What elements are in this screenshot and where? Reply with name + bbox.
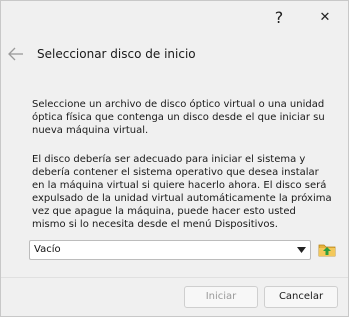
help-button[interactable]: ? [256,1,302,33]
footer-separator [1,277,348,278]
back-arrow-icon[interactable] [7,45,25,63]
disk-select[interactable]: Vacío [29,240,311,260]
close-button[interactable]: ✕ [302,1,348,33]
details-paragraph: El disco debería ser adecuado para inici… [32,154,332,230]
page-title: Seleccionar disco de inicio [37,47,196,61]
help-icon: ? [274,7,284,27]
wizard-header: Seleccionar disco de inicio [1,35,348,75]
start-button[interactable]: Iniciar [184,286,258,308]
title-bar: ? ✕ [1,1,348,33]
dialog-window: ? ✕ Seleccionar disco de inicio Seleccio… [0,0,349,317]
close-icon: ✕ [319,9,331,25]
choose-disk-folder-icon[interactable] [317,240,337,260]
chevron-down-icon [297,247,306,253]
intro-paragraph: Seleccione un archivo de disco óptico vi… [32,99,325,136]
cancel-button[interactable]: Cancelar [264,286,338,308]
disk-select-value: Vacío [34,244,61,255]
